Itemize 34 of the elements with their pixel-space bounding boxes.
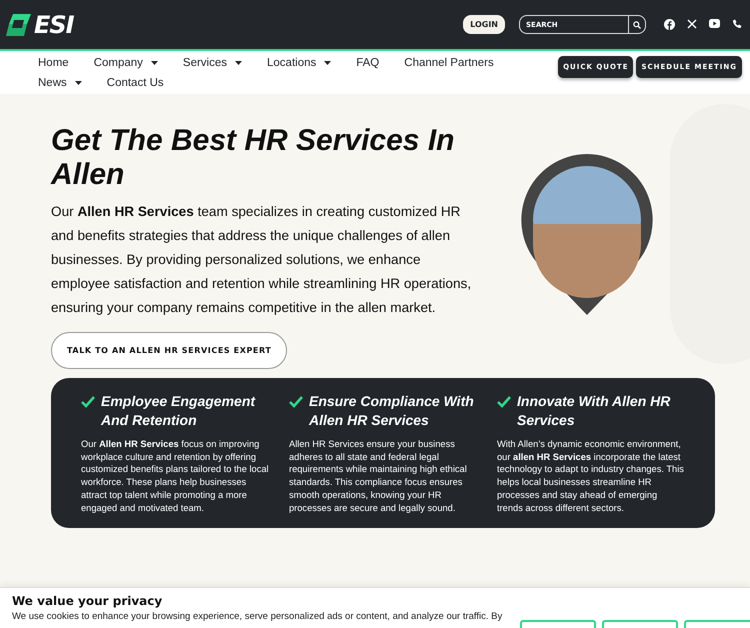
- nav-link[interactable]: Contact Us: [104, 74, 166, 91]
- nav-link[interactable]: News: [36, 74, 84, 91]
- facebook-icon[interactable]: [664, 19, 675, 30]
- cookie-text: We use cookies to enhance your browsing experience, serve personalized ads or content, and analyze our traffic. By: [12, 611, 504, 622]
- caret-icon: [150, 60, 158, 64]
- feature-title: Employee Engagement And Retention: [101, 392, 256, 430]
- nav-link[interactable]: Home: [36, 54, 71, 71]
- check-icon: [81, 396, 95, 408]
- x-icon[interactable]: [687, 19, 697, 29]
- expert-button[interactable]: TALK TO AN ALLEN HR SERVICES EXPERT: [51, 332, 288, 369]
- hero-title: Get The Best HR Services In Allen: [51, 124, 456, 192]
- nav-link[interactable]: Company: [92, 54, 160, 71]
- caret-icon: [74, 80, 82, 84]
- caret-icon: [235, 60, 242, 64]
- logo-text: ESI: [34, 10, 74, 38]
- logo-icon: [6, 12, 32, 36]
- caret-icon: [324, 60, 332, 64]
- feature-text: Allen HR Services ensure your business adheres to all state and federal legal requirements while maintaining high ethical standards. This compliance focus ensures smooth operations, knowing your HR processes are secure and legally sound.: [289, 438, 468, 514]
- nav-link[interactable]: Channel Partners: [402, 54, 496, 71]
- feature-text: Our Allen HR Services focus on improving workplace culture and retention by offering customized benefits plans tailored to the local workforce. These plans help businesses attract top talent while promoting a more engaged and motivated team.: [81, 438, 269, 514]
- search-icon[interactable]: [633, 20, 641, 28]
- check-icon: [289, 396, 303, 408]
- check-icon: [497, 396, 511, 408]
- nav-link[interactable]: FAQ: [354, 54, 382, 71]
- login-button[interactable]: LOGIN: [463, 15, 505, 34]
- feature-title: Innovate With Allen HR Services: [517, 392, 672, 430]
- nav-link[interactable]: Locations: [265, 54, 334, 71]
- feature-text: With Allen’s dynamic economic environment, our allen HR Services incorporate the latest technology to adapt to industry changes. This helps local businesses streamline HR processes and stay ahead of emerging trends across different sectors.: [497, 438, 685, 514]
- hero-paragraph: Our Allen HR Services team specializes in creating customized HR and benefits strategies that address the unique challenges of allen businesses. By providing personalized solutions, we enhance employee satisfaction and retention while streamlining HR operations, ensuring your company remains competitive in the allen market.: [51, 203, 472, 317]
- play-icon[interactable]: [709, 19, 720, 28]
- feature-title: Ensure Compliance With Allen HR Services: [309, 392, 475, 430]
- cookie-title: We value your privacy: [12, 594, 164, 608]
- nav-link[interactable]: Services: [180, 54, 244, 71]
- phone-icon[interactable]: [732, 19, 742, 29]
